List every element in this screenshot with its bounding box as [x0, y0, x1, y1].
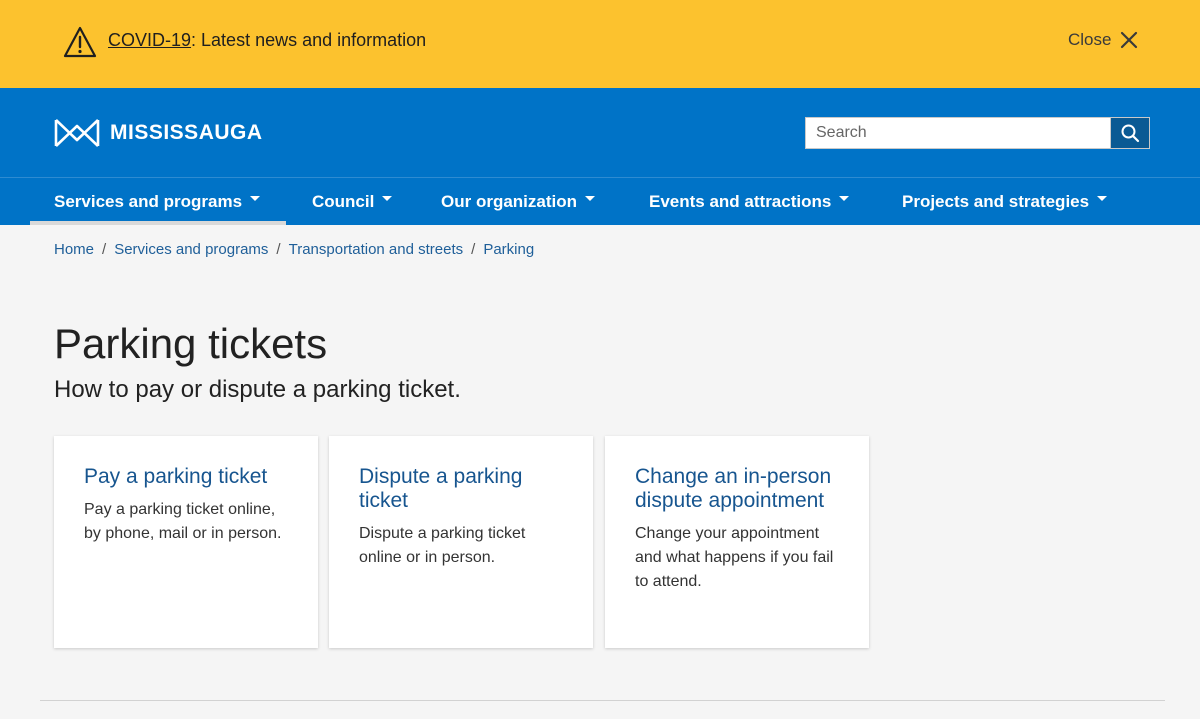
breadcrumb-parking[interactable]: Parking	[483, 241, 534, 258]
warning-triangle-icon	[63, 26, 97, 58]
alert-message-text: : Latest news and information	[191, 30, 427, 50]
caret-down-icon	[839, 196, 850, 201]
card-pay-parking-ticket[interactable]: Pay a parking ticket Pay a parking ticke…	[54, 436, 318, 648]
site-header: MISSISSAUGA Services and programs Counci…	[0, 88, 1200, 225]
nav-item-label: Our organization	[441, 191, 577, 211]
covid-alert-banner: COVID-19: Latest news and information Cl…	[0, 0, 1200, 88]
logo-text: MISSISSAUGA	[110, 121, 263, 144]
nav-item-our-organization[interactable]: Our organization	[441, 178, 595, 225]
card-description: Change your appointment and what happens…	[635, 525, 834, 590]
site-logo[interactable]: MISSISSAUGA	[54, 118, 263, 148]
alert-close-button[interactable]: Close	[1068, 28, 1139, 52]
card-description: Pay a parking ticket online, by phone, m…	[84, 501, 282, 542]
card-dispute-parking-ticket[interactable]: Dispute a parking ticket Dispute a parki…	[329, 436, 593, 648]
nav-item-label: Projects and strategies	[902, 191, 1090, 211]
search-icon	[1121, 124, 1140, 143]
breadcrumb-transportation-and-streets[interactable]: Transportation and streets	[289, 241, 464, 258]
caret-down-icon	[250, 196, 261, 201]
caret-down-icon	[585, 196, 595, 201]
card-title: Pay a parking ticket	[84, 465, 268, 488]
page-subtitle: How to pay or dispute a parking ticket.	[54, 376, 461, 403]
card-change-dispute-appointment[interactable]: Change an in-person dispute appointment …	[605, 436, 869, 648]
main-nav: Services and programs Council Our organi…	[0, 178, 1200, 225]
breadcrumb-home[interactable]: Home	[54, 241, 94, 258]
nav-item-events-and-attractions[interactable]: Events and attractions	[649, 178, 850, 225]
alert-message: COVID-19: Latest news and information	[108, 30, 426, 51]
close-label: Close	[1068, 30, 1112, 49]
breadcrumb-services-and-programs[interactable]: Services and programs	[114, 241, 268, 258]
section-divider	[40, 700, 1165, 701]
page-title: Parking tickets	[54, 320, 328, 367]
card-title: Dispute a parking ticket	[359, 465, 523, 512]
breadcrumb-separator: /	[471, 241, 476, 258]
nav-active-indicator	[30, 221, 286, 225]
search-button[interactable]	[1110, 117, 1150, 149]
covid-link[interactable]: COVID-19	[108, 30, 191, 50]
nav-item-label: Council	[312, 191, 375, 211]
mississauga-logo-icon	[54, 119, 100, 147]
card-description: Dispute a parking ticket online or in pe…	[359, 525, 526, 566]
card-title: Change an in-person dispute appointment	[635, 465, 832, 512]
close-x-icon	[1121, 31, 1138, 49]
nav-item-council[interactable]: Council	[312, 178, 393, 225]
nav-item-label: Events and attractions	[649, 191, 832, 211]
breadcrumb-separator: /	[102, 241, 107, 258]
search-form	[805, 117, 1150, 149]
caret-down-icon	[382, 196, 393, 201]
breadcrumb: Home / Services and programs / Transport…	[54, 241, 534, 258]
caret-down-icon	[1097, 196, 1108, 201]
nav-item-projects-and-strategies[interactable]: Projects and strategies	[902, 178, 1108, 225]
search-input[interactable]	[805, 117, 1110, 149]
nav-item-label: Services and programs	[54, 191, 243, 211]
nav-item-services-and-programs[interactable]: Services and programs	[54, 178, 261, 225]
breadcrumb-separator: /	[276, 241, 281, 258]
